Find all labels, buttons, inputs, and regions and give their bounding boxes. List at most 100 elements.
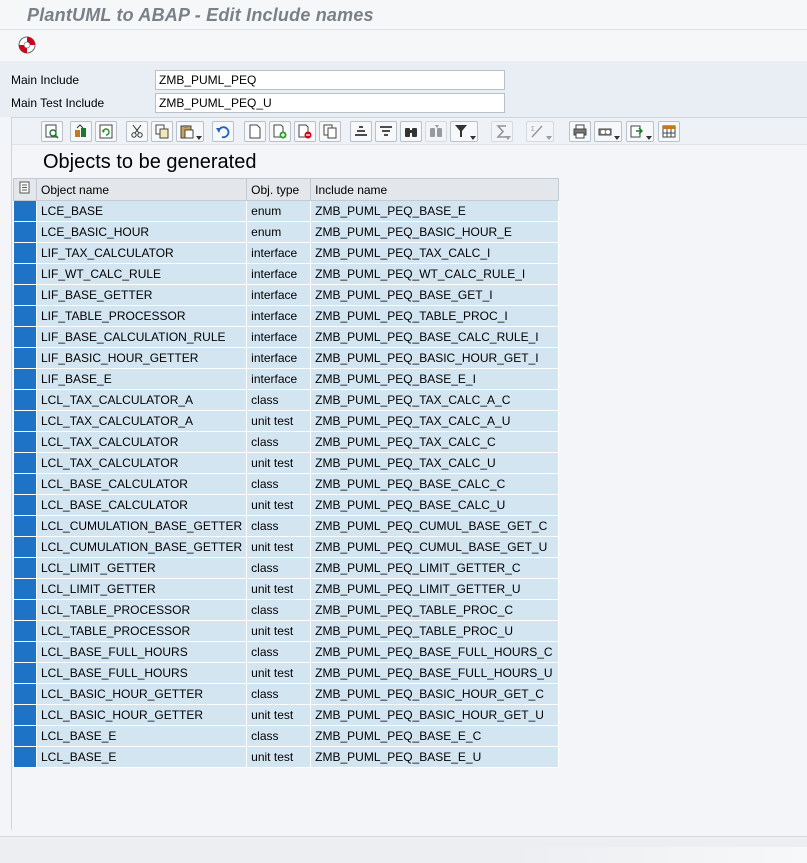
obj-type-cell[interactable]: unit test (246, 410, 312, 432)
row-selector[interactable] (13, 620, 37, 642)
row-selector[interactable] (13, 452, 37, 474)
row-selector[interactable] (13, 641, 37, 663)
obj-type-cell[interactable]: unit test (246, 620, 312, 642)
row-selector[interactable] (13, 263, 37, 285)
obj-type-cell[interactable]: interface (246, 347, 312, 369)
include-name-cell[interactable]: ZMB_PUML_PEQ_BASE_FULL_HOURS_U (310, 662, 560, 684)
subtotal-icon[interactable]: Σ (526, 121, 554, 142)
row-selector[interactable] (13, 410, 37, 432)
object-name-cell[interactable]: LCL_BASIC_HOUR_GETTER (35, 683, 248, 705)
row-selector[interactable] (13, 431, 37, 453)
object-name-cell[interactable]: LIF_BASIC_HOUR_GETTER (35, 347, 248, 369)
obj-type-cell[interactable]: unit test (246, 494, 312, 516)
obj-type-cell[interactable]: unit test (246, 746, 312, 768)
column-header-object-name[interactable]: Object name (35, 178, 248, 201)
object-name-cell[interactable]: LCL_CUMULATION_BASE_GETTER (35, 536, 248, 558)
obj-type-cell[interactable]: unit test (246, 578, 312, 600)
obj-type-cell[interactable]: enum (246, 200, 312, 222)
object-name-cell[interactable]: LIF_TABLE_PROCESSOR (35, 305, 248, 327)
include-name-cell[interactable]: ZMB_PUML_PEQ_BASIC_HOUR_E (310, 221, 560, 243)
table-row[interactable]: LCL_TAX_CALCULATOR class ZMB_PUML_PEQ_TAX_… (13, 431, 560, 453)
include-name-cell[interactable]: ZMB_PUML_PEQ_CUMUL_BASE_GET_U (310, 536, 560, 558)
table-row[interactable]: LCL_BASE_FULL_HOURS unit test ZMB_PUML_PEQ… (13, 662, 560, 684)
object-name-cell[interactable]: LCL_TAX_CALCULATOR (35, 431, 248, 453)
copy-icon[interactable] (151, 121, 173, 142)
include-name-cell[interactable]: ZMB_PUML_PEQ_BASIC_HOUR_GET_I (310, 347, 560, 369)
table-row[interactable]: LCL_TABLE_PROCESSOR class ZMB_PUML_PEQ_TAB… (13, 599, 560, 621)
row-selector[interactable] (13, 305, 37, 327)
row-selector[interactable] (13, 326, 37, 348)
table-row[interactable]: LCE_BASIC_HOUR enum ZMB_PUML_PEQ_BASIC_HOU… (13, 221, 560, 243)
obj-type-cell[interactable]: class (246, 389, 312, 411)
table-row[interactable]: LCL_CUMULATION_BASE_GETTER class ZMB_PUML_… (13, 515, 560, 537)
obj-type-cell[interactable]: unit test (246, 662, 312, 684)
row-selector[interactable] (13, 473, 37, 495)
obj-type-cell[interactable]: class (246, 473, 312, 495)
table-row[interactable]: LIF_WT_CALC_RULE interface ZMB_PUML_PEQ_WT… (13, 263, 560, 285)
include-name-cell[interactable]: ZMB_PUML_PEQ_TAX_CALC_I (310, 242, 560, 264)
object-name-cell[interactable]: LIF_WT_CALC_RULE (35, 263, 248, 285)
sort-ascending-icon[interactable] (350, 121, 372, 142)
include-name-cell[interactable]: ZMB_PUML_PEQ_BASE_CALC_RULE_I (310, 326, 560, 348)
refresh-icon[interactable] (95, 121, 117, 142)
table-row[interactable]: LIF_BASE_E interface ZMB_PUML_PEQ_BASE_E_I (13, 368, 560, 390)
include-name-cell[interactable]: ZMB_PUML_PEQ_TABLE_PROC_C (310, 599, 560, 621)
row-selector[interactable] (13, 242, 37, 264)
include-name-cell[interactable]: ZMB_PUML_PEQ_TAX_CALC_A_C (310, 389, 560, 411)
object-name-cell[interactable]: LCL_BASE_CALCULATOR (35, 494, 248, 516)
print-icon[interactable] (569, 121, 591, 142)
table-row[interactable]: LCL_TAX_CALCULATOR_A unit test ZMB_PUML_PE… (13, 410, 560, 432)
object-name-cell[interactable]: LCL_TAX_CALCULATOR_A (35, 410, 248, 432)
row-selector[interactable] (13, 200, 37, 222)
include-name-cell[interactable]: ZMB_PUML_PEQ_BASE_E (310, 200, 560, 222)
obj-type-cell[interactable]: interface (246, 284, 312, 306)
row-selector[interactable] (13, 704, 37, 726)
include-name-cell[interactable]: ZMB_PUML_PEQ_BASIC_HOUR_GET_C (310, 683, 560, 705)
obj-type-cell[interactable]: unit test (246, 536, 312, 558)
sort-descending-icon[interactable] (375, 121, 397, 142)
table-row[interactable]: LIF_BASIC_HOUR_GETTER interface ZMB_PUML_P… (13, 347, 560, 369)
object-name-cell[interactable]: LCL_TABLE_PROCESSOR (35, 620, 248, 642)
include-name-cell[interactable]: ZMB_PUML_PEQ_BASE_CALC_C (310, 473, 560, 495)
select-all-icon[interactable] (14, 179, 36, 197)
row-selector[interactable] (13, 284, 37, 306)
obj-type-cell[interactable]: interface (246, 326, 312, 348)
obj-type-cell[interactable]: interface (246, 305, 312, 327)
table-row[interactable]: LCL_BASE_FULL_HOURS class ZMB_PUML_PEQ_BAS… (13, 641, 560, 663)
obj-type-cell[interactable]: class (246, 599, 312, 621)
include-name-cell[interactable]: ZMB_PUML_PEQ_WT_CALC_RULE_I (310, 263, 560, 285)
table-row[interactable]: LCL_BASE_CALCULATOR unit test ZMB_PUML_PEQ… (13, 494, 560, 516)
total-icon[interactable] (491, 121, 513, 142)
include-name-cell[interactable]: ZMB_PUML_PEQ_BASE_E_U (310, 746, 560, 768)
row-selector[interactable] (13, 557, 37, 579)
column-header-include-name[interactable]: Include name (310, 178, 560, 201)
table-row[interactable]: LCL_BASIC_HOUR_GETTER class ZMB_PUML_PEQ_B… (13, 683, 560, 705)
obj-type-cell[interactable]: class (246, 557, 312, 579)
object-name-cell[interactable]: LCL_BASE_FULL_HOURS (35, 662, 248, 684)
obj-type-cell[interactable]: interface (246, 263, 312, 285)
object-name-cell[interactable]: LCL_BASE_FULL_HOURS (35, 641, 248, 663)
filter-icon[interactable] (450, 121, 478, 142)
row-selector[interactable] (13, 347, 37, 369)
object-name-cell[interactable]: LIF_BASE_CALCULATION_RULE (35, 326, 248, 348)
copy-row-icon[interactable] (319, 121, 341, 142)
include-name-cell[interactable]: ZMB_PUML_PEQ_BASE_GET_I (310, 284, 560, 306)
paste-icon[interactable] (176, 121, 204, 142)
table-row[interactable]: LCL_LIMIT_GETTER unit test ZMB_PUML_PEQ_LI… (13, 578, 560, 600)
details-icon[interactable] (41, 121, 63, 142)
object-name-cell[interactable]: LCL_LIMIT_GETTER (35, 578, 248, 600)
include-name-cell[interactable]: ZMB_PUML_PEQ_TAX_CALC_C (310, 431, 560, 453)
cut-icon[interactable] (126, 121, 148, 142)
table-row[interactable]: LCL_TABLE_PROCESSOR unit test ZMB_PUML_PEQ… (13, 620, 560, 642)
row-selector[interactable] (13, 368, 37, 390)
object-name-cell[interactable]: LIF_TAX_CALCULATOR (35, 242, 248, 264)
table-row[interactable]: LCL_BASE_E class ZMB_PUML_PEQ_BASE_E_C (13, 725, 560, 747)
table-row[interactable]: LIF_BASE_CALCULATION_RULE interface ZMB_PU… (13, 326, 560, 348)
object-name-cell[interactable]: LCL_CUMULATION_BASE_GETTER (35, 515, 248, 537)
row-selector[interactable] (13, 515, 37, 537)
insert-row-icon[interactable] (269, 121, 291, 142)
object-name-cell[interactable]: LCL_BASE_E (35, 725, 248, 747)
object-name-cell[interactable]: LCL_BASE_E (35, 746, 248, 768)
check-entries-icon[interactable] (70, 121, 92, 142)
object-name-cell[interactable]: LCL_LIMIT_GETTER (35, 557, 248, 579)
